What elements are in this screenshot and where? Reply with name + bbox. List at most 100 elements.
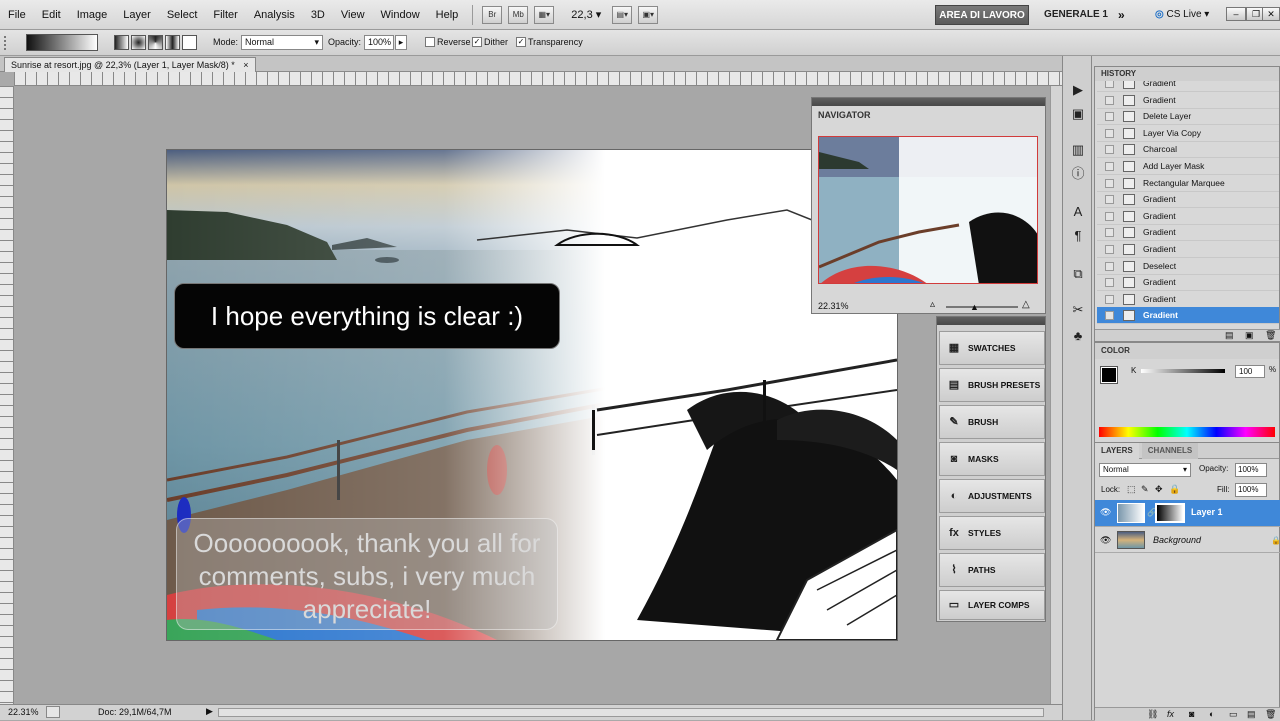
color-tab[interactable]: COLOR bbox=[1095, 343, 1279, 359]
mini-bridge-icon[interactable]: ▣ bbox=[1070, 106, 1086, 122]
close-window-button[interactable]: ✕ bbox=[1262, 7, 1280, 21]
gradient-radial-button[interactable] bbox=[131, 35, 146, 50]
slider-thumb-icon[interactable]: ▲ bbox=[970, 302, 979, 312]
history-item[interactable]: Delete Layer bbox=[1097, 108, 1279, 126]
layers-tab[interactable]: LAYERS bbox=[1095, 443, 1139, 459]
workspace-more-button[interactable]: » bbox=[1118, 5, 1125, 25]
history-source-checkbox[interactable] bbox=[1105, 228, 1114, 238]
actions-icon[interactable]: ▶ bbox=[1070, 82, 1086, 98]
fill-input[interactable]: 100% bbox=[1235, 483, 1267, 497]
document-tab[interactable]: Sunrise at resort.jpg @ 22,3% (Layer 1, … bbox=[4, 57, 256, 72]
close-icon[interactable]: × bbox=[243, 60, 248, 70]
masks-panel-button[interactable]: ◙ MASKS bbox=[939, 442, 1045, 476]
menu-3d[interactable]: 3D bbox=[303, 0, 333, 30]
new-document-icon[interactable]: ▤ bbox=[1225, 330, 1234, 341]
history-item[interactable]: Gradient bbox=[1097, 92, 1279, 109]
layer-comps-panel-button[interactable]: ▭ LAYER COMPS bbox=[939, 590, 1045, 620]
opacity-slider-button[interactable]: ▸ bbox=[395, 35, 407, 50]
lock-position-icon[interactable]: ✥ bbox=[1155, 484, 1163, 495]
history-item[interactable]: Charcoal bbox=[1097, 141, 1279, 159]
zoom-in-icon[interactable]: △ bbox=[1022, 299, 1030, 310]
menu-image[interactable]: Image bbox=[69, 0, 116, 30]
menu-analysis[interactable]: Analysis bbox=[246, 0, 303, 30]
menu-layer[interactable]: Layer bbox=[115, 0, 159, 30]
add-mask-icon[interactable]: ◙ bbox=[1189, 709, 1194, 719]
swatches-panel-button[interactable]: ▦ SWATCHES bbox=[939, 331, 1045, 365]
history-source-checkbox[interactable] bbox=[1105, 128, 1114, 138]
history-item[interactable]: Rectangular Marquee bbox=[1097, 175, 1279, 192]
gradient-angle-button[interactable] bbox=[148, 35, 163, 50]
lock-transparent-icon[interactable]: ⬚ bbox=[1127, 484, 1136, 495]
eye-icon[interactable]: 👁 bbox=[1100, 507, 1112, 518]
color-spectrum-ramp[interactable] bbox=[1099, 427, 1275, 437]
color-k-slider[interactable] bbox=[1141, 369, 1225, 373]
new-snapshot-icon[interactable]: ▣ bbox=[1245, 330, 1254, 341]
history-source-checkbox[interactable] bbox=[1105, 178, 1114, 188]
history-item[interactable]: Gradient bbox=[1097, 307, 1279, 325]
history-item[interactable]: Gradient bbox=[1097, 191, 1279, 209]
layer-opacity-input[interactable]: 100% bbox=[1235, 463, 1267, 477]
menu-help[interactable]: Help bbox=[428, 0, 467, 30]
menu-window[interactable]: Window bbox=[373, 0, 428, 30]
styles-panel-button[interactable]: fx STYLES bbox=[939, 516, 1045, 550]
foreground-color-swatch[interactable] bbox=[1100, 366, 1118, 384]
reverse-checkbox[interactable] bbox=[425, 37, 435, 47]
navigator-zoom[interactable]: 22.31% bbox=[818, 301, 849, 311]
history-source-checkbox[interactable] bbox=[1105, 261, 1114, 271]
menu-filter[interactable]: Filter bbox=[205, 0, 245, 30]
history-item[interactable]: Gradient bbox=[1097, 241, 1279, 258]
new-group-icon[interactable]: ▭ bbox=[1229, 709, 1238, 720]
history-item[interactable]: Gradient bbox=[1097, 208, 1279, 225]
zoom-level[interactable]: 22,3 ▾ bbox=[557, 0, 609, 30]
menu-select[interactable]: Select bbox=[159, 0, 206, 30]
history-item[interactable]: Gradient bbox=[1097, 291, 1279, 308]
workspace-area-di-lavoro-button[interactable]: AREA DI LAVORO bbox=[935, 5, 1029, 25]
character-icon[interactable]: A bbox=[1070, 204, 1086, 220]
layer-mask-thumbnail[interactable] bbox=[1155, 503, 1185, 523]
arrange-documents-button[interactable]: ▤▾ bbox=[612, 5, 633, 24]
layer-style-icon[interactable]: fx bbox=[1167, 709, 1174, 719]
status-menu-icon[interactable] bbox=[46, 706, 60, 718]
history-source-checkbox[interactable] bbox=[1105, 211, 1114, 221]
history-source-checkbox[interactable] bbox=[1105, 81, 1114, 88]
mini-bridge-button[interactable]: Mb bbox=[508, 5, 529, 24]
cs-live-button[interactable]: ◎ CS Live ▾ bbox=[1155, 5, 1209, 25]
paragraph-icon[interactable]: ¶ bbox=[1070, 228, 1086, 244]
history-source-checkbox[interactable] bbox=[1105, 311, 1114, 321]
history-source-checkbox[interactable] bbox=[1105, 162, 1114, 171]
dither-checkbox[interactable]: ✓ bbox=[472, 37, 482, 47]
history-source-checkbox[interactable] bbox=[1105, 278, 1114, 288]
history-source-checkbox[interactable] bbox=[1105, 294, 1114, 304]
trash-icon[interactable]: 🗑 bbox=[1265, 330, 1276, 341]
history-item[interactable]: Deselect bbox=[1097, 258, 1279, 275]
horizontal-scrollbar[interactable] bbox=[218, 708, 1044, 717]
blend-mode-select[interactable]: Normal ▾ bbox=[1099, 463, 1191, 477]
gradient-picker[interactable] bbox=[26, 34, 98, 51]
history-source-checkbox[interactable] bbox=[1105, 112, 1114, 122]
tool-presets-icon[interactable]: ✂ bbox=[1070, 302, 1086, 318]
history-source-checkbox[interactable] bbox=[1105, 195, 1114, 205]
info-icon[interactable]: ⓘ bbox=[1070, 166, 1086, 182]
history-item[interactable]: Gradient bbox=[1097, 224, 1279, 242]
lock-all-icon[interactable]: 🔒 bbox=[1169, 484, 1180, 495]
mode-select[interactable]: Normal ▾ bbox=[241, 35, 323, 50]
bridge-button[interactable]: Br bbox=[482, 5, 503, 24]
menu-view[interactable]: View bbox=[333, 0, 373, 30]
paths-panel-button[interactable]: ⌇ PATHS bbox=[939, 553, 1045, 587]
menu-file[interactable]: File bbox=[0, 0, 34, 30]
workspace-generale-button[interactable]: GENERALE 1 bbox=[1036, 5, 1116, 25]
delete-layer-icon[interactable]: 🗑 bbox=[1265, 709, 1276, 720]
history-item[interactable]: Add Layer Mask bbox=[1097, 158, 1279, 175]
gradient-diamond-button[interactable] bbox=[182, 35, 197, 50]
history-source-checkbox[interactable] bbox=[1105, 245, 1114, 254]
new-layer-icon[interactable]: ▤ bbox=[1247, 709, 1256, 720]
histogram-icon[interactable]: ▥ bbox=[1070, 142, 1086, 158]
color-k-input[interactable]: 100 bbox=[1235, 365, 1265, 378]
gradient-reflected-button[interactable] bbox=[165, 35, 180, 50]
navigator-zoom-slider[interactable] bbox=[946, 306, 1018, 308]
navigator-preview[interactable] bbox=[818, 136, 1038, 284]
status-zoom[interactable]: 22.31% bbox=[8, 707, 39, 717]
link-layers-icon[interactable]: ⛓ bbox=[1147, 709, 1158, 720]
eye-icon[interactable]: 👁 bbox=[1100, 535, 1112, 546]
history-item[interactable]: Layer Via Copy bbox=[1097, 125, 1279, 142]
